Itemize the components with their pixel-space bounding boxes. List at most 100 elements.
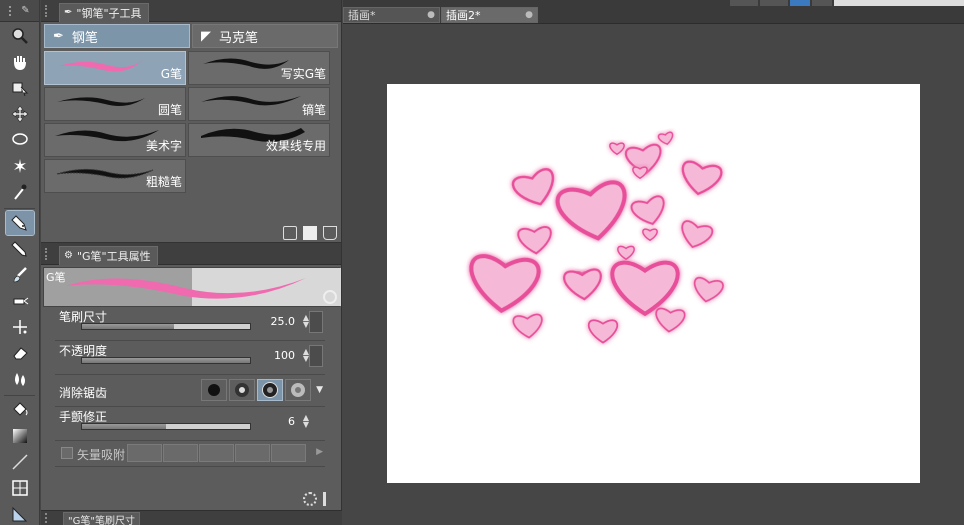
brush-size-slider[interactable]: [81, 323, 251, 330]
panel-menu-icon[interactable]: [45, 4, 55, 17]
group-tab-label: 马克笔: [219, 30, 259, 46]
command-button[interactable]: [730, 0, 758, 6]
move-layer-icon[interactable]: [6, 102, 34, 126]
panel-menu-icon[interactable]: [45, 513, 53, 523]
brush-label: 圆笔: [157, 103, 182, 117]
document-tab-label: 插画*: [348, 9, 376, 22]
operation-tool-icon[interactable]: [6, 76, 34, 100]
eyedropper-icon[interactable]: [6, 180, 34, 204]
auto-select-icon[interactable]: [6, 154, 34, 178]
blend-tool-icon[interactable]: [6, 367, 34, 391]
brush-item-real-g-pen[interactable]: 写实G笔: [188, 51, 330, 85]
antialias-row: 消除锯齿 ▼: [55, 375, 325, 407]
zoom-tool-icon[interactable]: [6, 24, 34, 48]
antialias-none-option[interactable]: [201, 379, 227, 401]
document-tab-illustration[interactable]: 插画* ●: [343, 7, 440, 23]
brush-item-effect-line[interactable]: 效果线专用: [188, 123, 330, 157]
heart-shape: [642, 228, 658, 242]
pencil-tool-icon[interactable]: [6, 237, 34, 261]
airbrush-tool-icon[interactable]: [6, 289, 34, 313]
hearts-artwork: [469, 131, 724, 344]
antialias-dropdown-icon[interactable]: ▼: [316, 385, 323, 395]
command-field[interactable]: [834, 0, 964, 6]
brush-size-panel-tab[interactable]: "G笔"笔刷尺寸: [63, 512, 140, 525]
drawing-canvas[interactable]: [387, 84, 920, 483]
zoom-preview-icon[interactable]: [323, 290, 337, 304]
brush-tool-icon[interactable]: [6, 263, 34, 287]
brush-item-round-pen[interactable]: 圆笔: [44, 87, 186, 121]
new-subtool-icon[interactable]: [303, 226, 317, 240]
group-tab-pen[interactable]: ✒ 钢笔: [44, 24, 190, 48]
close-tab-icon[interactable]: ●: [525, 10, 533, 20]
command-button[interactable]: [812, 0, 832, 6]
stabilization-spinner-icon[interactable]: ▲ ▼: [303, 414, 309, 429]
group-tab-marker[interactable]: ◤ 马克笔: [192, 24, 338, 48]
subtool-panel-header: ✒ "钢笔"子工具: [41, 0, 341, 22]
subtool-panel-tab[interactable]: ✒ "钢笔"子工具: [59, 2, 149, 22]
close-tab-icon[interactable]: ●: [427, 10, 435, 20]
antialias-medium-option[interactable]: [257, 379, 283, 401]
pen-tool-icon[interactable]: [4, 210, 35, 236]
brush-size-dynamics-icon[interactable]: [309, 311, 323, 333]
tool-property-footer: [303, 492, 337, 506]
heart-shape: [469, 254, 541, 314]
stabilization-slider[interactable]: [81, 423, 251, 430]
reset-icon[interactable]: [303, 492, 317, 506]
gear-pen-icon: ⚙: [64, 250, 73, 261]
stabilization-value[interactable]: 6: [288, 415, 295, 428]
menu-grip-icon[interactable]: [9, 5, 17, 16]
command-button[interactable]: [760, 0, 788, 6]
pen-mini-icon: ✎: [21, 5, 30, 16]
brush-size-row: 笔刷尺寸 25.0 ▲ ▼: [55, 307, 325, 341]
tool-property-tab[interactable]: ⚙ "G笔"工具属性: [59, 245, 158, 265]
vector-snap-option[interactable]: [199, 444, 234, 462]
antialias-strong-option[interactable]: [285, 379, 311, 401]
heart-shape: [610, 260, 680, 317]
decoration-tool-icon[interactable]: [6, 315, 34, 339]
property-list: 笔刷尺寸 25.0 ▲ ▼ 不透明度 100 ▲ ▼ 消除锯齿 ▼ 手颤修正 6…: [55, 307, 325, 467]
brush-label: 效果线专用: [265, 139, 326, 153]
stabilization-fill: [82, 424, 166, 429]
brush-size-value[interactable]: 25.0: [271, 315, 296, 328]
opacity-value[interactable]: 100: [274, 349, 295, 362]
wrench-icon[interactable]: [323, 492, 337, 506]
command-button-active[interactable]: [790, 0, 810, 6]
fill-bucket-icon[interactable]: [6, 398, 34, 422]
group-tab-label: 钢笔: [71, 30, 98, 46]
brush-label: 美术字: [145, 139, 182, 153]
panel-menu-icon[interactable]: [45, 247, 55, 260]
brush-preview: G笔: [43, 267, 341, 307]
brush-size-panel-title: "G笔"笔刷尺寸: [68, 515, 135, 525]
ruler-tool-icon[interactable]: [6, 502, 34, 525]
heart-shape: [555, 180, 627, 241]
document-tab-illustration2[interactable]: 插画2* ●: [441, 7, 538, 23]
opacity-slider[interactable]: [81, 357, 251, 364]
gradient-tool-icon[interactable]: [6, 424, 34, 448]
opacity-dynamics-icon[interactable]: [309, 345, 323, 367]
vector-snap-option[interactable]: [127, 444, 162, 462]
brush-item-g-pen[interactable]: G笔: [44, 51, 186, 85]
lasso-selection-icon[interactable]: [6, 128, 34, 152]
hand-tool-icon[interactable]: [6, 50, 34, 74]
brush-preview-stroke: [66, 278, 306, 299]
vector-snap-arrow-icon[interactable]: ▶: [316, 447, 323, 457]
vector-snap-option[interactable]: [271, 444, 306, 462]
heart-shape: [609, 142, 625, 156]
line-tool-icon[interactable]: [6, 450, 34, 474]
vector-snap-option[interactable]: [163, 444, 198, 462]
vector-snap-checkbox[interactable]: [61, 447, 73, 459]
vector-snap-option[interactable]: [235, 444, 270, 462]
eraser-tool-icon[interactable]: [6, 341, 34, 365]
antialias-weak-option[interactable]: [229, 379, 255, 401]
lock-icon[interactable]: [283, 226, 297, 240]
brush-item-rough-pen[interactable]: 粗糙笔: [44, 159, 186, 193]
tool-palette-header: ✎: [0, 0, 39, 22]
vector-snap-row: 矢量吸附 ▶: [55, 441, 325, 467]
brush-item-calligraphy[interactable]: 美术字: [44, 123, 186, 157]
brush-item-scroll-pen[interactable]: 镝笔: [188, 87, 330, 121]
opacity-fill: [82, 358, 250, 363]
frame-border-icon[interactable]: [6, 476, 34, 500]
opacity-row: 不透明度 100 ▲ ▼: [55, 341, 325, 375]
trash-icon[interactable]: [323, 226, 337, 240]
heart-shape: [655, 307, 686, 333]
